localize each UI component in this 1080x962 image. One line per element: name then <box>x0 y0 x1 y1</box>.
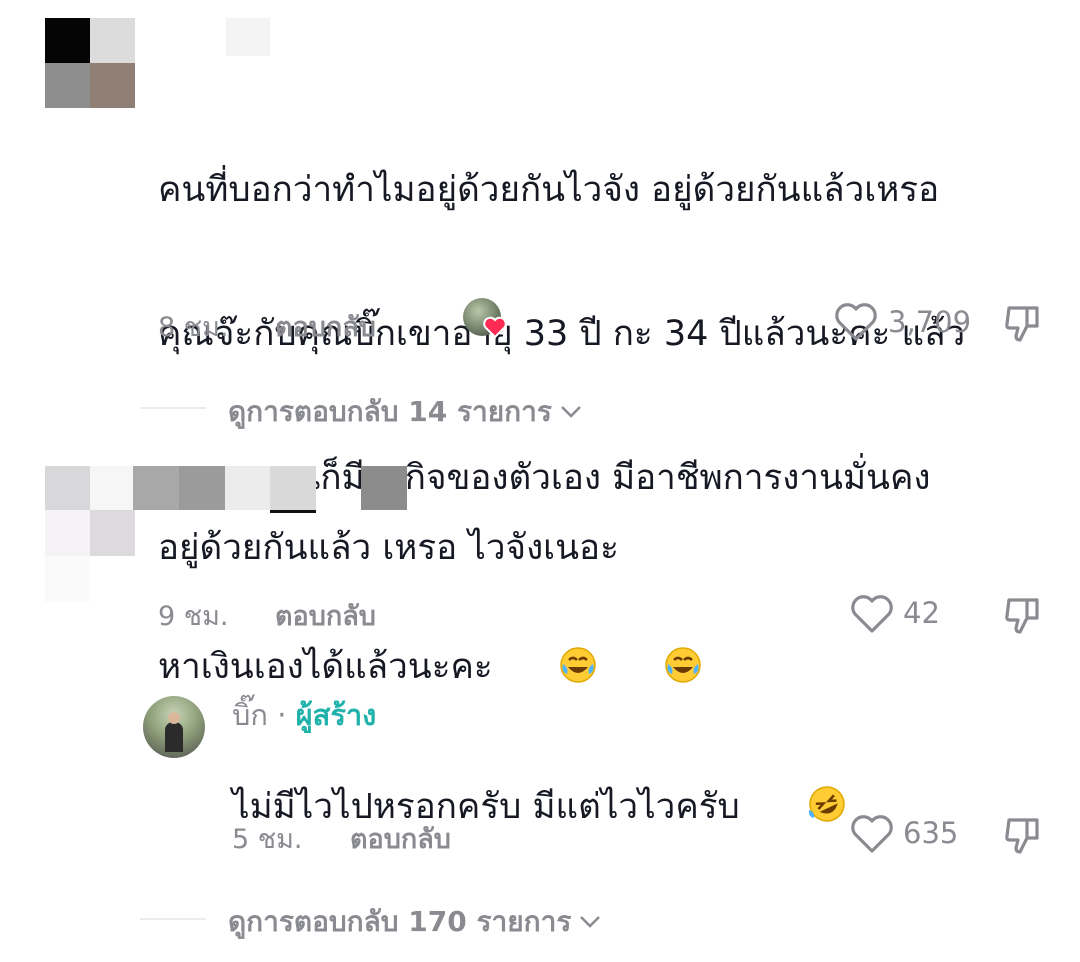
reply-button[interactable]: ตอบกลับ <box>275 594 376 637</box>
comment-text: อยู่ด้วยกันแล้ว เหรอ ไวจังเนอะ <box>158 528 619 568</box>
creator-liked-avatar <box>463 298 507 338</box>
view-replies-label: ดูการตอบกลับ 14 รายการ <box>228 395 552 428</box>
reply-button[interactable]: ตอบกลับ <box>275 305 376 348</box>
chevron-down-icon <box>561 406 581 418</box>
like-count: 3,709 <box>888 305 972 339</box>
reply-button[interactable]: ตอบกลับ <box>350 817 451 860</box>
reply-author[interactable]: บิ๊ก <box>232 698 268 732</box>
chevron-down-icon <box>580 916 601 928</box>
creator-badge: ผู้สร้าง <box>295 698 377 732</box>
comment-time: 8 ชม. <box>158 312 229 343</box>
like-heart-icon[interactable] <box>834 302 878 342</box>
dislike-icon[interactable] <box>1001 814 1045 858</box>
rofl-emoji <box>740 736 847 837</box>
joy-emoji <box>493 598 598 697</box>
comment-time: 9 ชม. <box>158 601 229 632</box>
reply-author-line: บิ๊ก · ผู้สร้าง <box>232 692 376 738</box>
author-separator: · <box>277 698 287 732</box>
dislike-icon[interactable] <box>1001 594 1045 638</box>
dislike-icon[interactable] <box>1001 302 1045 346</box>
like-heart-icon[interactable] <box>850 594 894 634</box>
reply-time: 5 ชม. <box>232 824 303 855</box>
joy-emoji <box>597 598 702 697</box>
view-replies-label: ดูการตอบกลับ 170 รายการ <box>228 905 572 938</box>
avatar-censored[interactable] <box>45 466 135 606</box>
like-heart-icon[interactable] <box>850 814 894 854</box>
creator-avatar[interactable] <box>143 696 205 758</box>
divider-line <box>140 407 206 409</box>
avatar-censored[interactable] <box>45 18 135 108</box>
username-censored[interactable] <box>226 18 270 56</box>
view-replies-button[interactable]: ดูการตอบกลับ 14 รายการ <box>228 390 582 434</box>
divider-line <box>140 918 206 920</box>
view-replies-button[interactable]: ดูการตอบกลับ 170 รายการ <box>228 900 601 944</box>
like-count: 635 <box>903 816 959 850</box>
heart-badge-icon <box>483 316 507 338</box>
username-censored[interactable] <box>133 466 473 513</box>
like-count: 42 <box>903 596 940 630</box>
